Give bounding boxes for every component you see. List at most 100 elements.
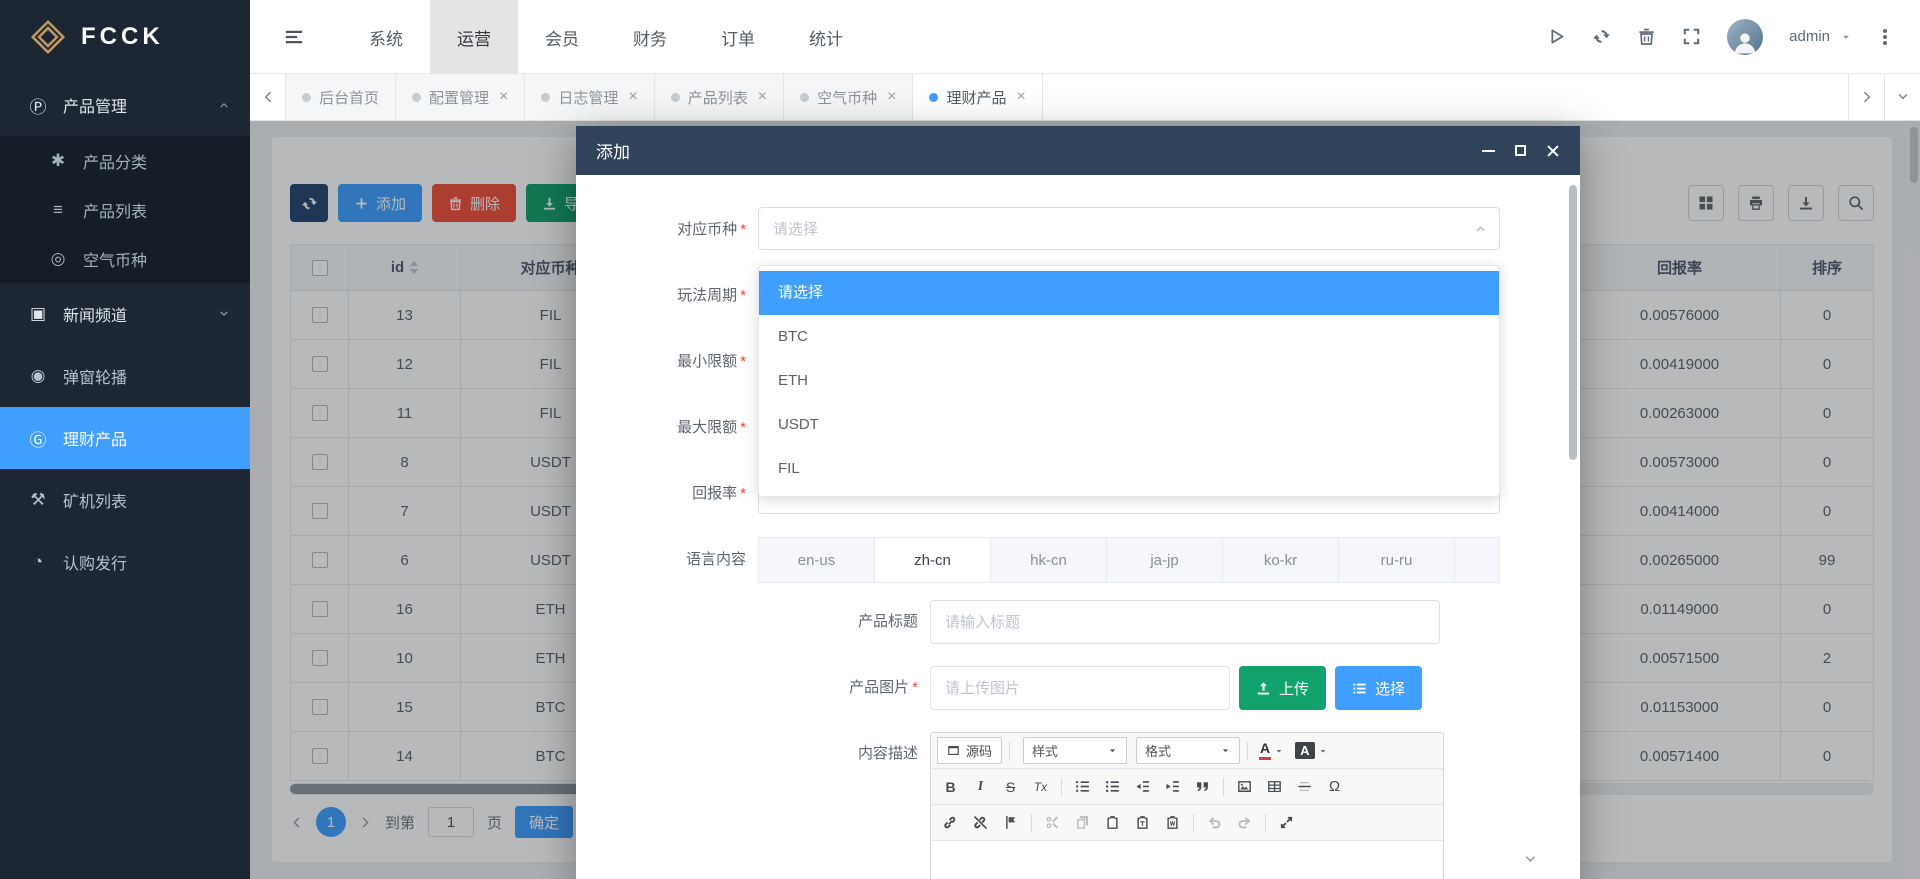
remove-format-button[interactable]: Tx: [1027, 773, 1054, 800]
tab-close-icon[interactable]: ×: [887, 88, 896, 106]
unlink-button[interactable]: [967, 809, 994, 836]
sidebar-toggle-icon[interactable]: [284, 27, 304, 47]
caret-down-icon: [1274, 746, 1284, 756]
paste-text-button[interactable]: [1129, 809, 1156, 836]
sidebar-item-产品分类[interactable]: ✱产品分类: [0, 136, 250, 185]
dialog-header[interactable]: 添加: [576, 126, 1580, 175]
tabs-menu-icon[interactable]: [1884, 74, 1920, 120]
top-navigation: 系统运营会员财务订单统计: [342, 0, 870, 73]
nav-item-订单[interactable]: 订单: [694, 0, 782, 74]
link-button[interactable]: [937, 809, 964, 836]
source-button[interactable]: 源码: [937, 737, 1002, 764]
bulleted-list-button[interactable]: [1099, 773, 1126, 800]
product-title-input[interactable]: [930, 600, 1440, 644]
tab-理财产品[interactable]: 理财产品×: [913, 74, 1042, 120]
sidebar-item-产品管理[interactable]: Ⓟ产品管理: [0, 74, 250, 136]
format-select[interactable]: 格式: [1136, 737, 1240, 764]
bg-color-button[interactable]: A: [1291, 737, 1331, 764]
maximize-button[interactable]: [1273, 809, 1300, 836]
lang-tab-ja-jp[interactable]: ja-jp: [1107, 538, 1223, 582]
select-arrow-icon[interactable]: [1474, 222, 1487, 235]
option-ETH[interactable]: ETH: [759, 359, 1499, 403]
tab-close-icon[interactable]: ×: [628, 88, 637, 106]
avatar[interactable]: [1727, 19, 1763, 55]
outdent-button[interactable]: [1129, 773, 1156, 800]
sidebar-item-矿机列表[interactable]: ⚒矿机列表: [0, 469, 250, 531]
lang-tab-ko-kr[interactable]: ko-kr: [1223, 538, 1339, 582]
lang-tab-hk-cn[interactable]: hk-cn: [991, 538, 1107, 582]
tab-close-icon[interactable]: ×: [1016, 88, 1025, 106]
more-menu-icon[interactable]: [1883, 35, 1887, 39]
nav-item-系统[interactable]: 系统: [342, 0, 430, 74]
option-请选择[interactable]: 请选择: [759, 271, 1499, 315]
sidebar-item-新闻频道[interactable]: ▣新闻频道: [0, 283, 250, 345]
dialog-scrollbar[interactable]: [1569, 185, 1577, 460]
close-icon[interactable]: [1546, 144, 1560, 158]
option-BTC[interactable]: BTC: [759, 315, 1499, 359]
coin-select[interactable]: 请选择: [758, 207, 1500, 250]
tabbar-fill: [1043, 74, 1848, 120]
indent-button[interactable]: [1159, 773, 1186, 800]
text-color-button[interactable]: A: [1255, 737, 1288, 764]
menu-label: 空气币种: [83, 247, 147, 271]
scroll-down-icon[interactable]: [1523, 852, 1538, 867]
tab-close-icon[interactable]: ×: [499, 88, 508, 106]
username[interactable]: admin: [1789, 28, 1830, 45]
product-image-input[interactable]: [930, 666, 1230, 710]
menu-label: 认购发行: [63, 550, 127, 574]
anchor-button[interactable]: [997, 809, 1024, 836]
tabs-scroll-left-icon[interactable]: [250, 74, 286, 120]
sidebar-item-产品列表[interactable]: ≡产品列表: [0, 185, 250, 234]
tab-产品列表[interactable]: 产品列表×: [655, 74, 784, 120]
nav-item-统计[interactable]: 统计: [782, 0, 870, 74]
tab-日志管理[interactable]: 日志管理×: [525, 74, 654, 120]
rate-label: 回报率*: [576, 482, 758, 503]
tab-后台首页[interactable]: 后台首页: [286, 74, 396, 120]
lang-tab-en-us[interactable]: en-us: [759, 538, 875, 582]
sidebar-item-认购发行[interactable]: ◔认购发行: [0, 531, 250, 593]
lang-tab-zh-cn[interactable]: zh-cn: [875, 538, 991, 582]
run-icon[interactable]: [1547, 27, 1566, 46]
blockquote-button[interactable]: [1189, 773, 1216, 800]
special-char-button[interactable]: Ω: [1321, 773, 1348, 800]
strikethrough-button[interactable]: S: [997, 773, 1024, 800]
nav-item-会员[interactable]: 会员: [518, 0, 606, 74]
editor-content[interactable]: [931, 841, 1443, 879]
sidebar-item-弹窗轮播[interactable]: ◉弹窗轮播: [0, 345, 250, 407]
tabs-scroll-right-icon[interactable]: [1848, 74, 1884, 120]
option-FIL[interactable]: FIL: [759, 447, 1499, 491]
toolbar-separator: [1061, 778, 1062, 796]
sidebar-item-空气币种[interactable]: ◎空气币种: [0, 234, 250, 283]
editor-toolbar-row-1: 源码 样式 格式 A A: [931, 733, 1443, 769]
fullscreen-icon[interactable]: [1682, 27, 1701, 46]
tab-配置管理[interactable]: 配置管理×: [396, 74, 525, 120]
refresh-icon[interactable]: [1592, 27, 1611, 46]
diamond-logo-icon: [30, 19, 66, 55]
sidebar-item-理财产品[interactable]: Ⓖ理财产品: [0, 407, 250, 469]
italic-button[interactable]: I: [967, 773, 994, 800]
upload-button[interactable]: 上传: [1239, 666, 1326, 710]
table-button[interactable]: [1261, 773, 1288, 800]
choose-button[interactable]: 选择: [1335, 666, 1422, 710]
image-button[interactable]: [1231, 773, 1258, 800]
option-USDT[interactable]: USDT: [759, 403, 1499, 447]
numbered-list-button[interactable]: [1069, 773, 1096, 800]
dialog-body: 对应币种* 请选择 玩法周期* 最小限额* 最大限额* 回报率* 语言内容 en…: [576, 175, 1580, 879]
tab-close-icon[interactable]: ×: [758, 88, 767, 106]
clear-cache-icon[interactable]: [1637, 27, 1656, 46]
lang-tab-ru-ru[interactable]: ru-ru: [1339, 538, 1455, 582]
tab-空气币种[interactable]: 空气币种×: [784, 74, 913, 120]
minimize-icon[interactable]: [1482, 150, 1495, 152]
nav-item-财务[interactable]: 财务: [606, 0, 694, 74]
paste-word-button[interactable]: [1159, 809, 1186, 836]
horizontal-rule-button[interactable]: [1291, 773, 1318, 800]
toolbar-separator: [1031, 814, 1032, 832]
window-controls: [1482, 144, 1560, 158]
paste-button[interactable]: [1099, 809, 1126, 836]
user-caret-icon[interactable]: [1840, 31, 1852, 43]
bold-button[interactable]: B: [937, 773, 964, 800]
nav-item-运营[interactable]: 运营: [430, 0, 518, 74]
style-select[interactable]: 样式: [1023, 737, 1127, 764]
maximize-icon[interactable]: [1515, 145, 1526, 156]
dialog-title: 添加: [596, 138, 630, 163]
